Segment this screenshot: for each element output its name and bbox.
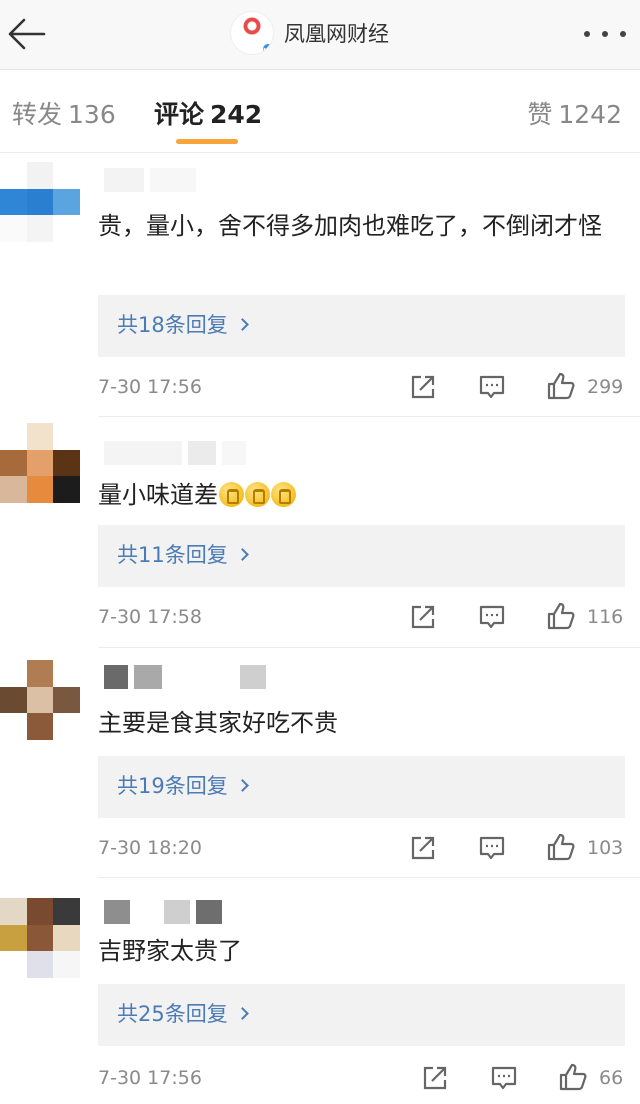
reply-count-label: 共19条回复 [117,774,228,798]
top-bar: 凤凰网财经 [0,0,640,70]
tab-bar: 转发 136 评论 242 赞 1242 [0,71,640,153]
reply-count-label: 共18条回复 [117,313,228,337]
comment-timestamp: 7-30 17:58 [98,606,202,628]
comment-text: 吉野家太贵了 [98,937,242,965]
username-blurred[interactable] [104,900,222,924]
chevron-right-icon [235,548,249,561]
yummy-emoji-icon [271,482,296,507]
avatar[interactable] [0,162,80,242]
reply-count-label: 共25条回复 [117,1002,228,1026]
comment-icon[interactable] [477,372,507,402]
tab-repost-count: 136 [68,100,116,129]
username-blurred[interactable] [104,665,266,689]
phoenix-logo-icon [243,17,263,37]
tab-like-label: 赞 [527,100,553,129]
back-button[interactable] [4,12,50,58]
repost-icon[interactable] [420,1063,450,1093]
yummy-emoji-icon [219,482,244,507]
repost-icon[interactable] [408,372,438,402]
comment-item: 主要是食其家好吃不贵 共19条回复 7-30 18:20 103 [0,648,640,878]
avatar[interactable] [0,423,80,503]
comment-icon[interactable] [477,602,507,632]
more-button[interactable] [580,22,630,46]
avatar[interactable] [0,660,80,740]
reply-count-label: 共11条回复 [117,543,228,567]
account-name[interactable]: 凤凰网财经 [284,18,389,48]
back-arrow-icon [8,18,46,50]
verified-badge-icon [261,42,273,54]
comment-text: 主要是食其家好吃不贵 [98,709,338,737]
like-count: 103 [587,837,624,859]
tab-comment-count: 242 [210,100,263,129]
comment-icon[interactable] [477,833,507,863]
reply-count-link[interactable]: 共18条回复 [117,309,249,339]
comment-item: 贵，量小，舍不得多加肉也难吃了，不倒闭才怪 共18条回复 7-30 17:56 … [0,154,640,416]
tab-like[interactable]: 赞 1242 [527,95,622,131]
comment-text: 贵，量小，舍不得多加肉也难吃了，不倒闭才怪 [98,212,602,240]
tab-repost-label: 转发 [12,100,63,129]
thumbs-up-icon[interactable] [558,1062,588,1092]
account-logo[interactable] [230,11,274,55]
comment-timestamp: 7-30 18:20 [98,837,202,859]
tab-like-count: 1242 [558,100,622,129]
thumbs-up-icon[interactable] [546,371,576,401]
reply-summary[interactable]: 共25条回复 [98,984,625,1046]
comment-item: 吉野家太贵了 共25条回复 7-30 17:56 66 [0,878,640,1104]
comment-item: 量小味道差 共11条回复 7-30 17:58 116 [0,417,640,647]
active-tab-indicator [176,139,238,144]
chevron-right-icon [235,779,249,792]
thumbs-up-icon[interactable] [546,832,576,862]
reply-summary[interactable]: 共19条回复 [98,756,625,818]
comment-text-body: 量小味道差 [98,481,218,509]
reply-count-link[interactable]: 共11条回复 [117,539,249,569]
repost-icon[interactable] [408,602,438,632]
comment-text: 量小味道差 [98,475,622,516]
repost-icon[interactable] [408,833,438,863]
like-count: 116 [587,606,624,628]
comment-timestamp: 7-30 17:56 [98,1067,202,1089]
username-blurred[interactable] [104,168,196,192]
avatar[interactable] [0,898,80,978]
like-count: 66 [599,1067,624,1089]
comment-icon[interactable] [489,1063,519,1093]
tab-comment-label: 评论 [154,100,205,129]
yummy-emoji-icon [245,482,270,507]
more-dots-icon [584,31,590,37]
thumbs-up-icon[interactable] [546,601,576,631]
chevron-right-icon [235,318,249,331]
tab-comment[interactable]: 评论 242 [154,95,262,131]
reply-count-link[interactable]: 共25条回复 [117,998,249,1028]
username-blurred[interactable] [104,441,246,465]
reply-summary[interactable]: 共18条回复 [98,295,625,357]
account-header[interactable]: 凤凰网财经 [230,10,389,56]
comment-timestamp: 7-30 17:56 [98,376,202,398]
chevron-right-icon [235,1007,249,1020]
reply-summary[interactable]: 共11条回复 [98,525,625,587]
reply-count-link[interactable]: 共19条回复 [117,770,249,800]
tab-repost[interactable]: 转发 136 [12,95,116,131]
like-count: 299 [587,376,624,398]
